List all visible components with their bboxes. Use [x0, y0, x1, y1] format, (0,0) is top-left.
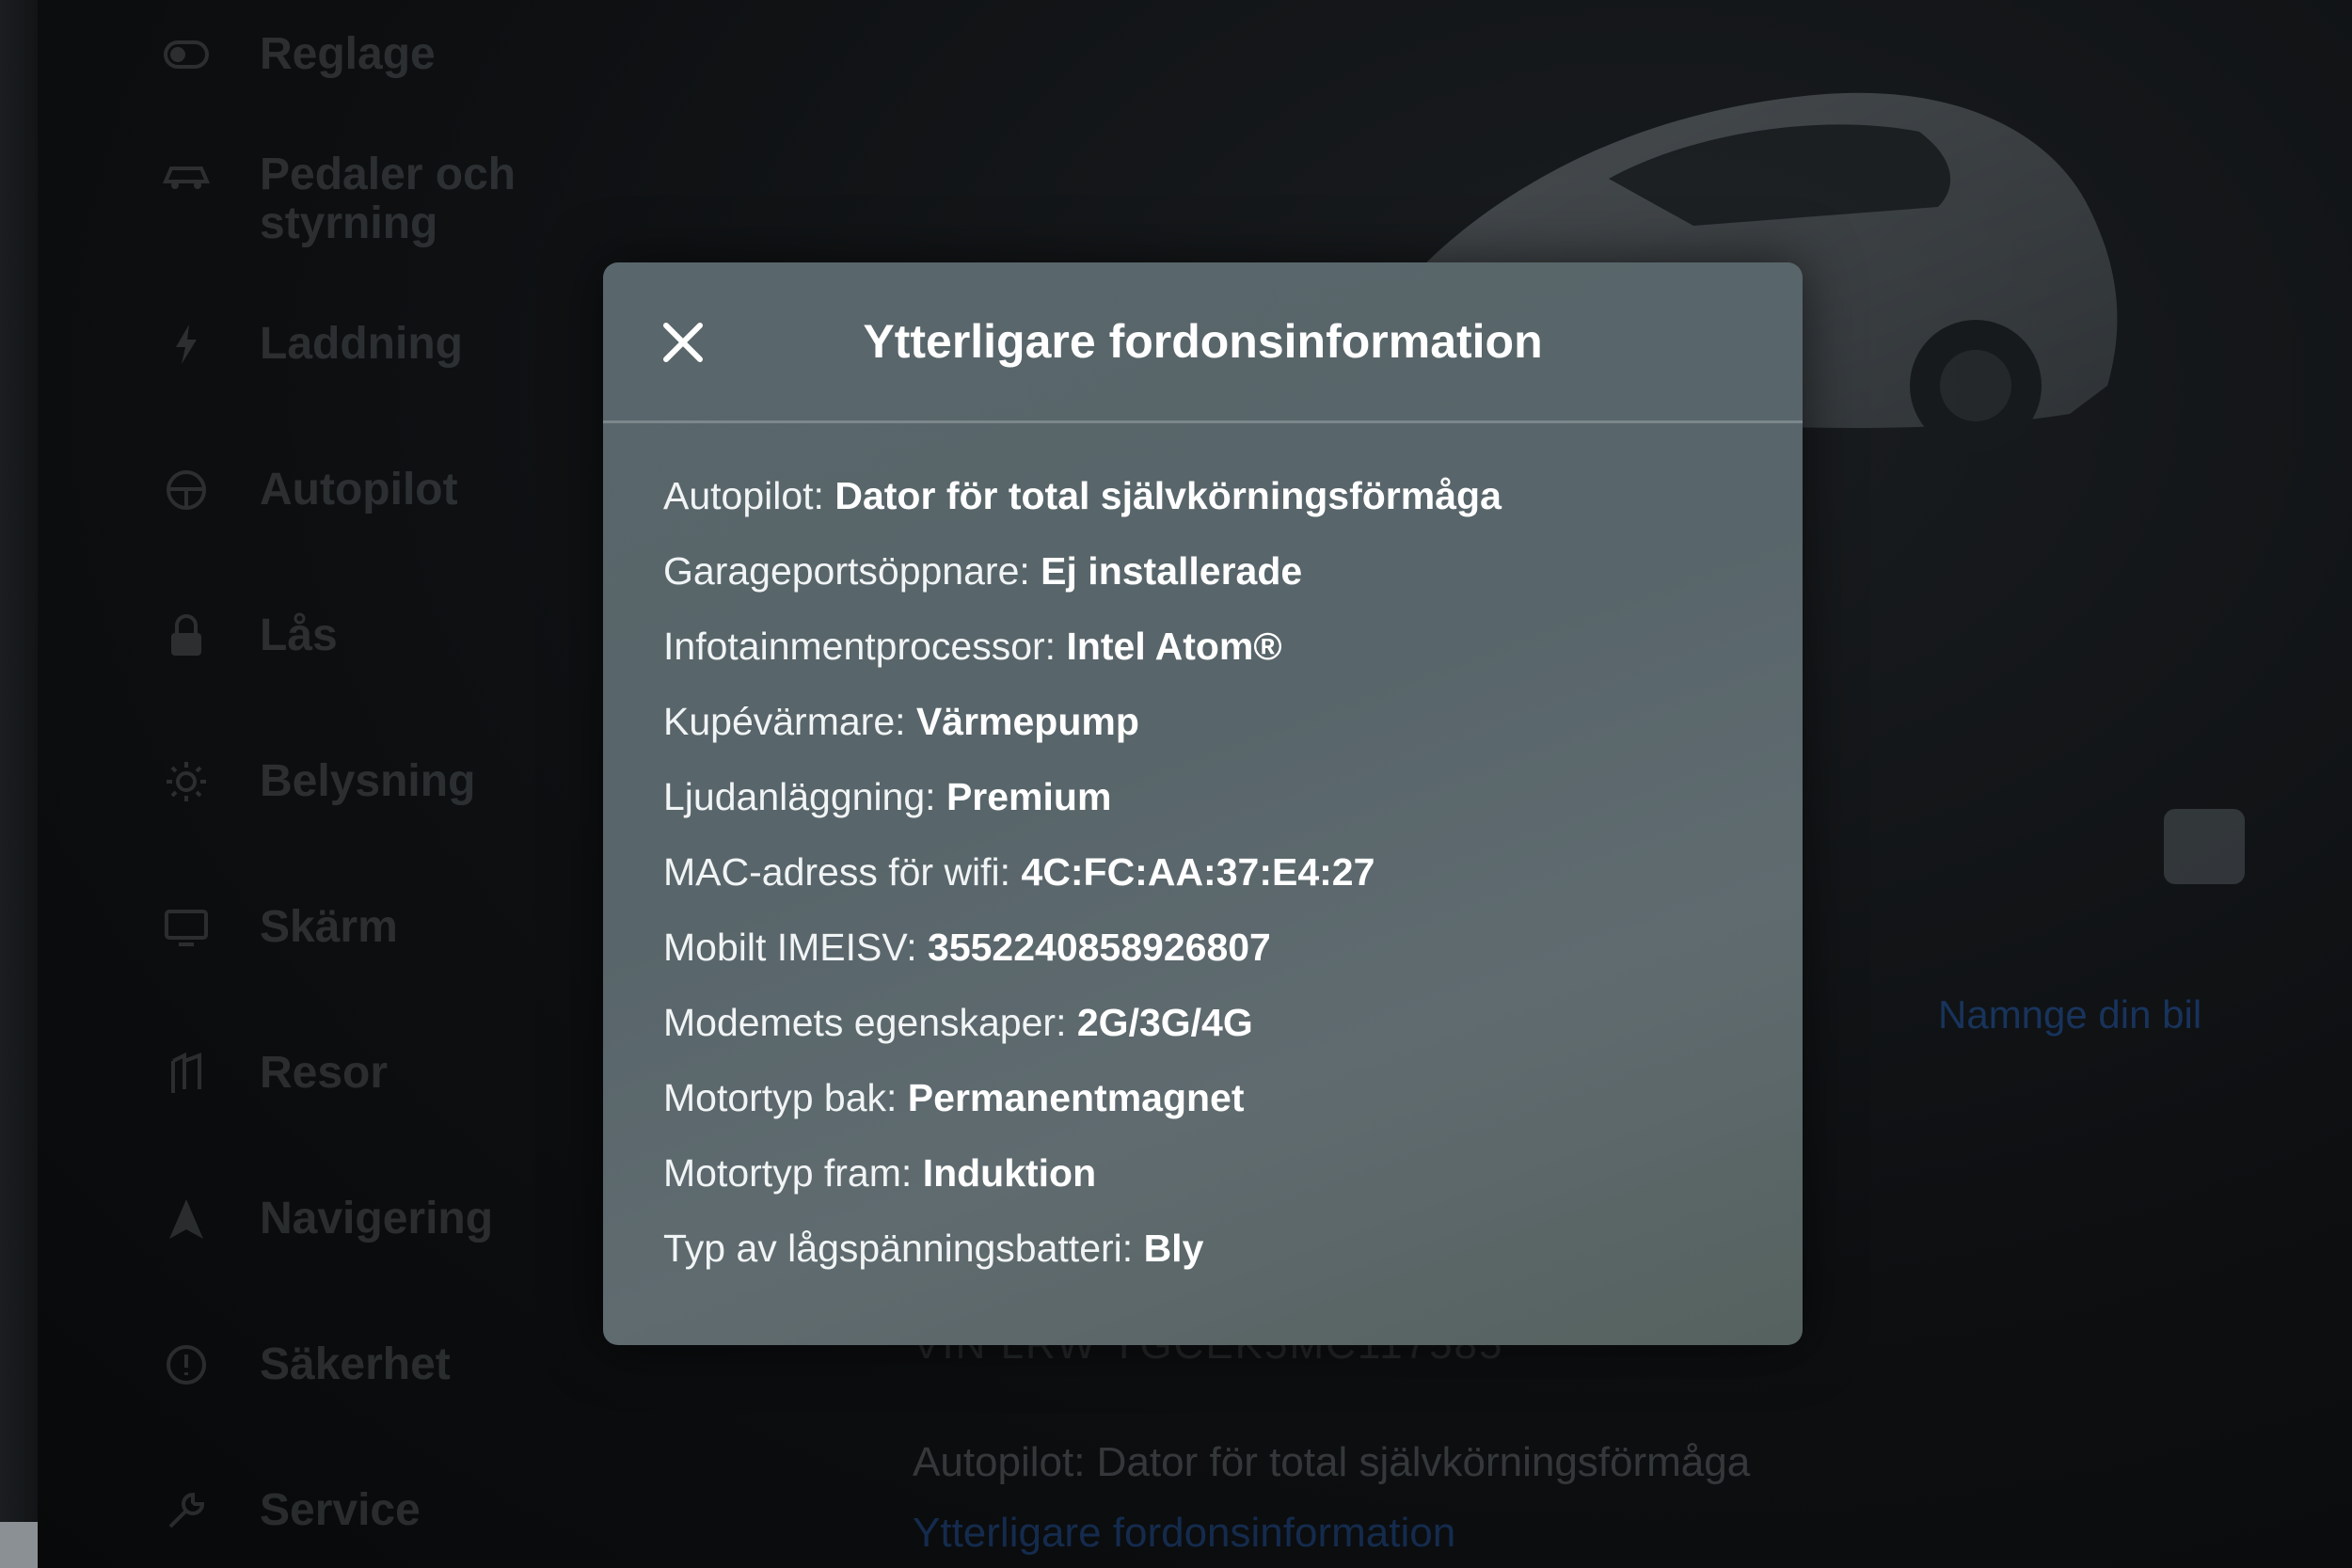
- info-label: Modemets egenskaper:: [663, 1001, 1067, 1044]
- settings-screen: Reglage Pedaler och styrning Laddning Au…: [0, 0, 2352, 1568]
- car-icon: [160, 150, 213, 199]
- sidebar-item-label: Resor: [260, 1048, 389, 1098]
- info-value: Ej installerade: [1041, 549, 1303, 593]
- modal-title: Ytterligare fordonsinformation: [863, 315, 1543, 368]
- sidebar-item-label: Belysning: [260, 756, 476, 806]
- sidebar-item-belysning[interactable]: Belysning: [160, 757, 598, 806]
- lock-icon: [160, 611, 213, 660]
- sidebar-item-label: Säkerhet: [260, 1339, 451, 1389]
- sidebar-item-label: Skärm: [260, 902, 398, 952]
- sidebar-item-laddning[interactable]: Laddning: [160, 320, 598, 369]
- info-row-low-voltage-battery: Typ av lågspänningsbatteri: Bly: [663, 1220, 1502, 1295]
- sidebar-item-label: Lås: [260, 610, 338, 660]
- info-row-wifi-mac: MAC-adress för wifi: 4C:FC:AA:37:E4:27: [663, 844, 1502, 919]
- info-label: Garageportsöppnare:: [663, 549, 1030, 593]
- sidebar-item-autopilot[interactable]: Autopilot: [160, 466, 598, 515]
- sidebar-item-label: Reglage: [260, 29, 436, 79]
- info-row-cabin-heater: Kupévärmare: Värmepump: [663, 693, 1502, 768]
- info-value: Permanentmagnet: [907, 1076, 1245, 1119]
- info-value: Värmepump: [915, 700, 1139, 743]
- modal-header: Ytterligare fordonsinformation: [603, 262, 1803, 423]
- side-panel-handle[interactable]: [2164, 809, 2245, 884]
- sidebar-item-pedaler[interactable]: Pedaler och styrning: [160, 150, 598, 248]
- info-value: Induktion: [922, 1151, 1097, 1195]
- left-edge-panel: [0, 0, 38, 1568]
- trips-icon: [160, 1049, 213, 1098]
- navigation-arrow-icon: [160, 1195, 213, 1243]
- info-label: Typ av lågspänningsbatteri:: [663, 1227, 1134, 1270]
- info-label: MAC-adress för wifi:: [663, 850, 1011, 894]
- name-car-link[interactable]: Namnge din bil: [1938, 992, 2201, 1037]
- info-row-front-motor: Motortyp fram: Induktion: [663, 1145, 1502, 1220]
- info-row-autopilot: Autopilot: Dator för total självkörnings…: [663, 467, 1502, 543]
- steering-wheel-icon: [160, 466, 213, 515]
- vehicle-info-modal: Ytterligare fordonsinformation Autopilot…: [603, 262, 1803, 1345]
- info-label: Motortyp bak:: [663, 1076, 898, 1119]
- sidebar-item-sakerhet[interactable]: Säkerhet: [160, 1340, 598, 1389]
- sidebar-item-label: Autopilot: [260, 465, 458, 515]
- sidebar-item-service[interactable]: Service: [160, 1486, 598, 1535]
- info-row-garage-opener: Garageportsöppnare: Ej installerade: [663, 543, 1502, 618]
- background-autopilot-text: Autopilot: Dator för total självkörnings…: [913, 1439, 1751, 1485]
- info-value: 2G/3G/4G: [1076, 1001, 1253, 1044]
- sidebar-item-skarm[interactable]: Skärm: [160, 903, 598, 952]
- info-label: Mobilt IMEISV:: [663, 926, 917, 969]
- vehicle-info-list: Autopilot: Dator för total självkörnings…: [663, 467, 1502, 1295]
- sidebar-item-label: Pedaler och styrning: [260, 150, 516, 248]
- sidebar-item-label: Navigering: [260, 1194, 494, 1243]
- display-icon: [160, 903, 213, 952]
- info-label: Ljudanläggning:: [663, 775, 936, 818]
- sidebar-item-label: Service: [260, 1485, 421, 1535]
- wrench-icon: [160, 1486, 213, 1535]
- info-value: 4C:FC:AA:37:E4:27: [1021, 850, 1375, 894]
- info-label: Kupévärmare:: [663, 700, 906, 743]
- safety-icon: [160, 1340, 213, 1389]
- left-edge-tab[interactable]: [0, 1522, 38, 1568]
- info-label: Motortyp fram:: [663, 1151, 913, 1195]
- info-label: Infotainmentprocessor:: [663, 625, 1057, 668]
- info-row-infotainment-processor: Infotainmentprocessor: Intel Atom®: [663, 618, 1502, 693]
- info-value: 3552240858926807: [928, 926, 1271, 969]
- sidebar-item-navigering[interactable]: Navigering: [160, 1195, 598, 1243]
- info-row-audio-system: Ljudanläggning: Premium: [663, 768, 1502, 844]
- info-value: Bly: [1143, 1227, 1204, 1270]
- info-value: Intel Atom®: [1066, 625, 1282, 668]
- toggle-icon: [160, 30, 213, 79]
- info-row-rear-motor: Motortyp bak: Permanentmagnet: [663, 1069, 1502, 1145]
- info-value: Dator för total självkörningsförmåga: [834, 474, 1502, 517]
- bolt-icon: [160, 320, 213, 369]
- more-vehicle-info-link[interactable]: Ytterligare fordonsinformation: [913, 1510, 1455, 1557]
- info-value: Premium: [946, 775, 1112, 818]
- sidebar-item-las[interactable]: Lås: [160, 611, 598, 660]
- sidebar-item-resor[interactable]: Resor: [160, 1049, 598, 1098]
- sidebar-item-reglage[interactable]: Reglage: [160, 30, 598, 79]
- info-row-modem-capabilities: Modemets egenskaper: 2G/3G/4G: [663, 994, 1502, 1069]
- sidebar-item-label: Laddning: [260, 319, 463, 369]
- sun-icon: [160, 757, 213, 806]
- info-label: Autopilot:: [663, 474, 824, 517]
- info-row-imeisv: Mobilt IMEISV: 3552240858926807: [663, 919, 1502, 994]
